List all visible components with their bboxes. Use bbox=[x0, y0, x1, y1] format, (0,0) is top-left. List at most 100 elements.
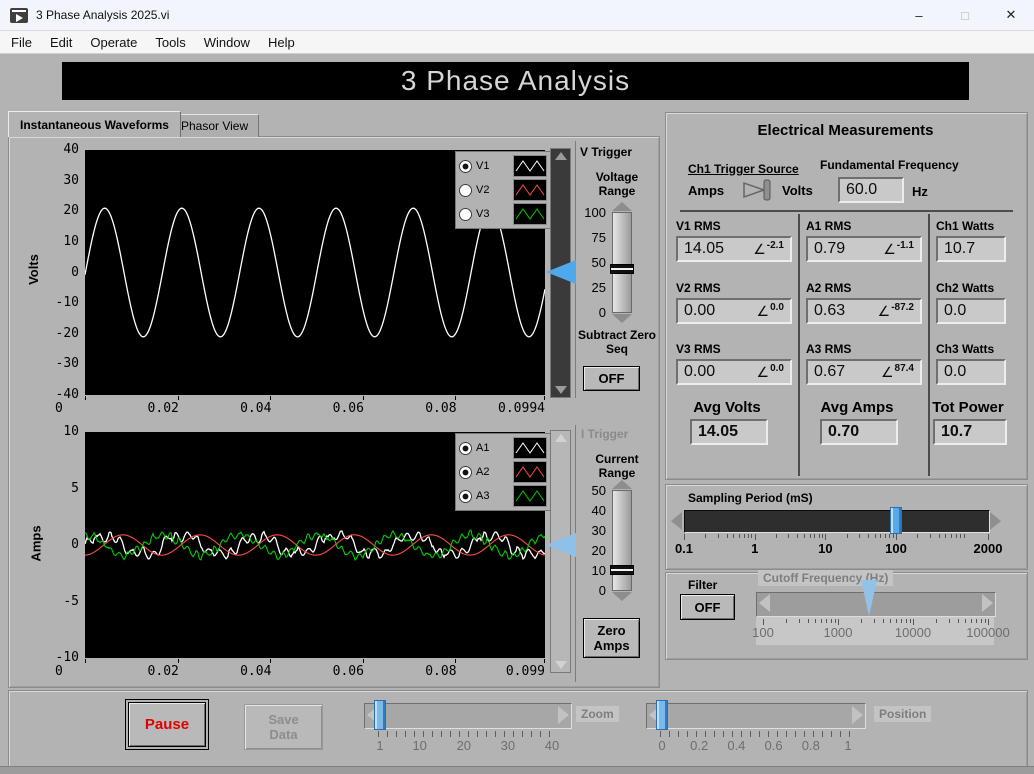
angle-value: 0.0 bbox=[770, 362, 784, 374]
slider-right-arrow-icon[interactable] bbox=[852, 706, 863, 724]
x-tick-label: 0.04 bbox=[240, 664, 272, 679]
fundamental-frequency-field[interactable]: 60.0 bbox=[838, 177, 904, 203]
cutoff-frequency-pointer[interactable] bbox=[861, 580, 877, 616]
legend-style-thumbnail[interactable] bbox=[513, 179, 547, 201]
voltage-range-label: Voltage Range bbox=[595, 170, 639, 198]
scroll-down-icon[interactable] bbox=[555, 661, 567, 669]
legend-style-thumbnail[interactable] bbox=[513, 155, 547, 177]
x-tick-label: 0 bbox=[55, 664, 63, 679]
position-handle[interactable] bbox=[656, 700, 668, 730]
zoom-slider[interactable] bbox=[364, 703, 572, 729]
slider-increment-icon[interactable] bbox=[612, 480, 632, 489]
trigger-source-switch[interactable] bbox=[740, 177, 778, 203]
minor-tick bbox=[948, 619, 950, 623]
legend-label: A3 bbox=[476, 490, 490, 502]
minor-tick bbox=[726, 534, 728, 538]
angle-display: ∠ -2.1 bbox=[753, 240, 784, 258]
filter-off-button[interactable]: OFF bbox=[680, 594, 735, 620]
slider-tick-label: 100 bbox=[584, 205, 606, 220]
tab-instantaneous-waveforms[interactable]: Instantaneous Waveforms bbox=[8, 111, 181, 137]
minor-tick bbox=[929, 534, 931, 538]
maximize-button[interactable]: □ bbox=[942, 0, 988, 30]
current-range-slider[interactable] bbox=[612, 490, 632, 591]
subtract-zero-seq-button[interactable]: OFF bbox=[583, 366, 640, 391]
i-trigger-pointer[interactable] bbox=[546, 533, 576, 557]
divider bbox=[680, 210, 1013, 212]
y-tick-label: 20 bbox=[63, 203, 79, 219]
divider bbox=[928, 214, 930, 476]
zoom-handle[interactable] bbox=[374, 700, 386, 730]
value-text: 0.0 bbox=[944, 363, 967, 380]
minor-tick bbox=[733, 534, 735, 538]
legend-style-thumbnail[interactable] bbox=[513, 485, 547, 507]
tab-phasor-view[interactable]: Phasor View bbox=[170, 114, 260, 137]
slider-increment-icon[interactable] bbox=[612, 202, 632, 211]
close-button[interactable]: ✕ bbox=[988, 0, 1034, 30]
sampling-period-slider[interactable] bbox=[684, 510, 990, 533]
slider-left-arrow-icon[interactable] bbox=[671, 512, 682, 530]
minor-tick bbox=[814, 534, 816, 538]
x-tick-label: 0.04 bbox=[240, 401, 272, 416]
scroll-down-icon[interactable] bbox=[555, 386, 567, 394]
slider-left-arrow-icon[interactable] bbox=[759, 594, 770, 612]
slider-right-arrow-icon[interactable] bbox=[558, 706, 569, 724]
minor-tick bbox=[860, 619, 862, 623]
legend-radio-a1[interactable] bbox=[459, 441, 472, 455]
save-data-button[interactable]: Save Data bbox=[244, 704, 323, 750]
trigger-source-volts-label: Volts bbox=[782, 183, 813, 198]
angle-icon: ∠ bbox=[880, 363, 894, 380]
x-tick-label: 0.02 bbox=[147, 401, 179, 416]
minor-tick bbox=[935, 619, 937, 623]
minor-tick bbox=[917, 534, 919, 538]
position-slider[interactable] bbox=[646, 703, 866, 729]
slider-right-arrow-icon[interactable] bbox=[982, 594, 993, 612]
minimize-button[interactable]: – bbox=[896, 0, 942, 30]
menu-edit[interactable]: Edit bbox=[41, 31, 81, 53]
zero-amps-button[interactable]: Zero Amps bbox=[583, 618, 640, 658]
voltage-range-slider[interactable] bbox=[612, 212, 632, 313]
x-tick-label: 0.0994 bbox=[498, 401, 545, 416]
legend-radio-v1[interactable] bbox=[459, 159, 472, 173]
labview-app-icon bbox=[10, 7, 28, 23]
scroll-up-icon[interactable] bbox=[555, 434, 567, 442]
v-trigger-pointer[interactable] bbox=[546, 260, 576, 284]
menu-help[interactable]: Help bbox=[259, 31, 304, 53]
legend-radio-v2[interactable] bbox=[459, 183, 472, 197]
scroll-up-icon[interactable] bbox=[555, 152, 567, 160]
minor-tick bbox=[980, 619, 982, 623]
legend-style-thumbnail[interactable] bbox=[513, 461, 547, 483]
slider-tick-label: 0 bbox=[598, 305, 606, 320]
legend-style-thumbnail[interactable] bbox=[513, 437, 547, 459]
minor-tick bbox=[743, 534, 745, 538]
current-range-handle[interactable] bbox=[610, 565, 634, 575]
summary-value: 10.7 bbox=[933, 419, 1007, 445]
legend-label: V1 bbox=[476, 160, 490, 172]
slider-decrement-icon[interactable] bbox=[612, 592, 632, 601]
menu-file[interactable]: File bbox=[2, 31, 41, 53]
y-tick-label: 0 bbox=[71, 537, 79, 552]
x-tick-mark bbox=[177, 396, 179, 400]
menu-window[interactable]: Window bbox=[195, 31, 259, 53]
measurement-value: 0.67 ∠ 87.4 bbox=[806, 359, 922, 385]
menu-tools[interactable]: Tools bbox=[146, 31, 194, 53]
sampling-period-handle[interactable] bbox=[890, 507, 902, 534]
x-tick-mark bbox=[270, 396, 272, 400]
minor-tick bbox=[945, 534, 947, 538]
slider-right-arrow-icon[interactable] bbox=[990, 512, 1001, 530]
measurement-value: 0.63 ∠ -87.2 bbox=[806, 298, 922, 324]
legend-radio-a3[interactable] bbox=[459, 489, 472, 503]
pause-button[interactable]: Pause bbox=[125, 699, 209, 750]
value-text: 0.70 bbox=[828, 423, 860, 440]
legend-style-thumbnail[interactable] bbox=[513, 203, 547, 225]
plot-legend: V1 V2 V3 bbox=[455, 151, 551, 229]
measurement-label: A3 RMS bbox=[806, 342, 852, 356]
legend-radio-v3[interactable] bbox=[459, 207, 472, 221]
menu-operate[interactable]: Operate bbox=[81, 31, 146, 53]
minor-tick bbox=[751, 534, 753, 538]
slider-decrement-icon[interactable] bbox=[612, 314, 632, 323]
summary-value: 14.05 bbox=[690, 419, 768, 445]
measurement-value: 10.7 bbox=[936, 236, 1006, 262]
legend-radio-a2[interactable] bbox=[459, 465, 472, 479]
angle-value: -1.1 bbox=[896, 239, 914, 251]
voltage-range-handle[interactable] bbox=[610, 264, 634, 274]
